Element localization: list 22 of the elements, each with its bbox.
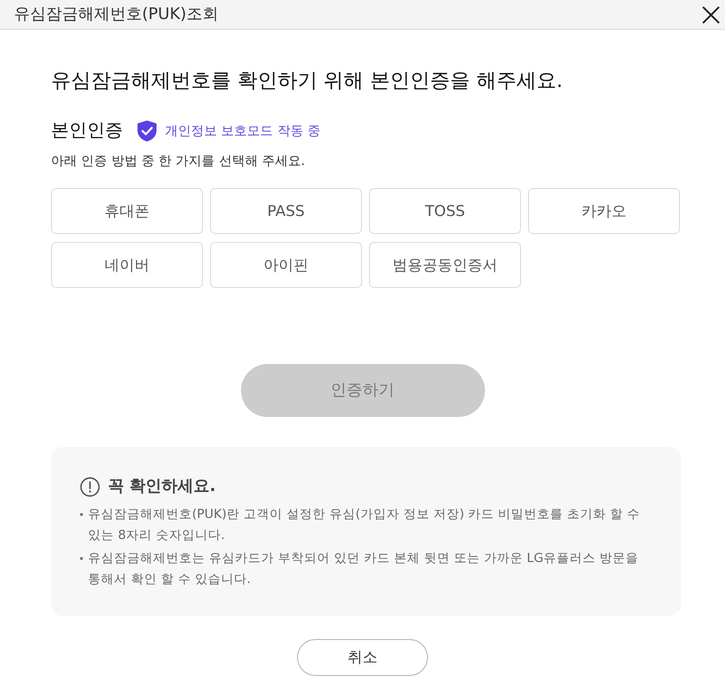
auth-method-button[interactable]: PASS — [210, 188, 362, 234]
bullet-icon — [80, 557, 83, 560]
auth-method-button[interactable]: TOSS — [369, 188, 521, 234]
instruction-text: 아래 인증 방법 중 한 가지를 선택해 주세요. — [51, 153, 306, 171]
notice-text: 유심잠금해제번호(PUK)란 고객이 설정한 유심(가입자 정보 저장) 카드 비밀번호를 초기화 할 수 있는 8자리 숫자입니다. — [87, 505, 642, 544]
page-heading: 유심잠금해제번호를 확인하기 위해 본인인증을 해주세요. — [51, 67, 564, 94]
notice-text: 유심잠금해제번호는 유심카드가 부착되어 있던 카드 본체 뒷면 또는 가까운 LG유플러스 방문을 통해서 확인 할 수 있습니다. — [87, 549, 640, 588]
privacy-mode-label: 개인정보 보호모드 작동 중 — [165, 123, 320, 140]
auth-method-button[interactable]: 범용공동인증서 — [369, 242, 521, 288]
shield-check-icon — [137, 120, 157, 142]
auth-method-button[interactable]: 아이핀 — [210, 242, 362, 288]
cancel-button[interactable]: 취소 — [297, 639, 428, 676]
auth-method-button[interactable]: 네이버 — [51, 242, 203, 288]
dialog-title: 유심잠금해제번호(PUK)조회 — [14, 4, 218, 25]
notice-title: 꼭 확인하세요. — [108, 476, 216, 497]
auth-method-button[interactable]: 휴대폰 — [51, 188, 203, 234]
exclamation-circle-icon — [80, 476, 100, 496]
bullet-icon — [80, 513, 83, 516]
auth-method-button[interactable]: 카카오 — [528, 188, 680, 234]
section-title: 본인인증 — [51, 119, 123, 143]
close-icon — [702, 6, 720, 24]
close-button[interactable] — [701, 4, 721, 24]
